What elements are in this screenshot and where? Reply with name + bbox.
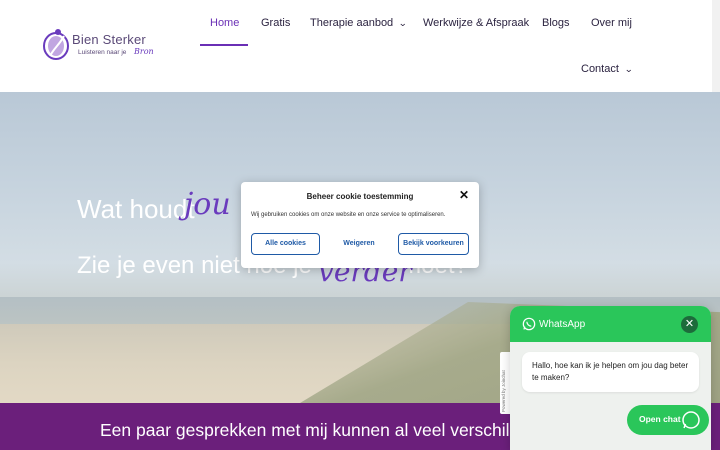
scrollbar-track[interactable] — [712, 0, 720, 92]
whatsapp-header: WhatsApp ✕ — [510, 306, 711, 342]
logo-tagline: Luisteren naar je — [78, 49, 127, 56]
joinchat-credit[interactable]: Powered by Joinchat — [500, 352, 510, 414]
accept-all-cookies-button[interactable]: Alle cookies — [251, 233, 320, 255]
close-icon[interactable]: ✕ — [681, 316, 698, 333]
chevron-down-icon: ⌄ — [398, 18, 408, 28]
cookie-dialog: Beheer cookie toestemming ✕ Wij gebruike… — [241, 182, 479, 268]
nav-therapie-label: Therapie aanbod — [310, 17, 394, 29]
deny-cookies-button[interactable]: Weigeren — [325, 233, 393, 255]
site-header: Bien Sterker Luisteren naar je Bron Home… — [0, 0, 712, 92]
view-preferences-button[interactable]: Bekijk voorkeuren — [398, 233, 469, 255]
nav-therapie-aanbod[interactable]: Therapie aanbod ⌄ — [310, 17, 407, 29]
joinchat-credit-text: Powered by Joinchat — [501, 370, 506, 412]
close-icon[interactable]: ✕ — [457, 188, 471, 202]
nav-active-indicator — [200, 44, 248, 46]
cookie-text: Wij gebruiken cookies om onze website en… — [251, 212, 446, 218]
logo-script: Bron — [134, 47, 154, 56]
nav-contact-label: Contact — [581, 63, 619, 75]
nav-blogs[interactable]: Blogs — [542, 17, 570, 29]
nav-contact[interactable]: Contact ⌄ — [581, 63, 634, 75]
whatsapp-widget: WhatsApp ✕ Hallo, hoe kan ik je helpen o… — [510, 306, 711, 450]
whatsapp-message: Hallo, hoe kan ik je helpen om jou dag b… — [532, 361, 689, 382]
hero-heading-script1: jou — [184, 187, 231, 222]
logo-mark-icon — [43, 29, 69, 60]
whatsapp-icon — [522, 317, 536, 331]
cookie-title: Beheer cookie toestemming — [306, 192, 414, 201]
nav-werkwijze[interactable]: Werkwijze & Afspraak — [423, 17, 529, 29]
whatsapp-message-bubble: Hallo, hoe kan ik je helpen om jou dag b… — [522, 352, 699, 392]
hero-heading-line1: Wat houdt — [77, 194, 195, 224]
open-chat-button[interactable]: Open chat — [627, 405, 709, 435]
cta-band-text: Een paar gesprekken met mij kunnen al ve… — [100, 420, 567, 440]
nav-gratis[interactable]: Gratis — [261, 17, 290, 29]
whatsapp-title: WhatsApp — [539, 319, 586, 330]
chat-bubble-icon — [682, 411, 700, 429]
site-logo[interactable]: Bien Sterker Luisteren naar je Bron — [42, 26, 157, 66]
logo-title: Bien Sterker — [72, 32, 146, 47]
nav-home[interactable]: Home — [210, 17, 239, 29]
nav-over-mij[interactable]: Over mij — [591, 17, 632, 29]
chevron-down-icon: ⌄ — [624, 64, 634, 74]
open-chat-label: Open chat — [639, 414, 681, 424]
